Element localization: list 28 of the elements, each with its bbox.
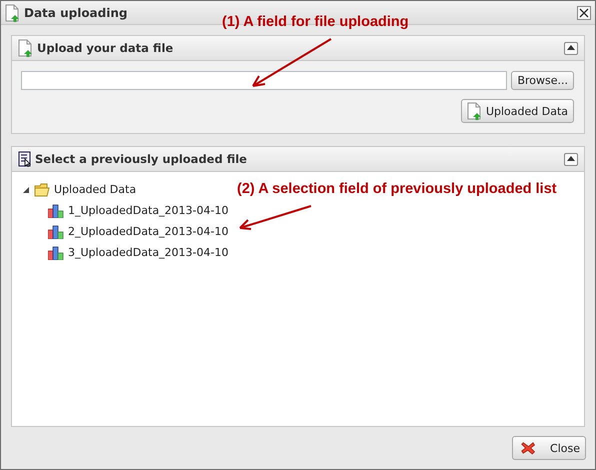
tree-item[interactable]: 2_UploadedData_2013-04-10 [68, 225, 228, 238]
close-button[interactable]: Close [512, 436, 586, 460]
caret-icon [567, 156, 575, 162]
expander-icon[interactable] [22, 186, 30, 194]
annotation-text: (1) A field for file uploading [222, 14, 409, 30]
close-icon [579, 8, 589, 18]
collapse-button[interactable] [564, 42, 578, 54]
annotation-text: (2) A selection field of previously uploaded list [237, 181, 557, 197]
caret-icon [567, 45, 575, 51]
window-title: Data uploading [24, 6, 128, 20]
tree-item[interactable]: Uploaded Data [54, 183, 136, 196]
document-upload-icon [466, 102, 483, 120]
file-select-icon [18, 151, 32, 167]
tree-item[interactable]: 1_UploadedData_2013-04-10 [68, 204, 228, 217]
browse-button[interactable]: Browse... [511, 71, 574, 90]
panel-title: Upload your data file [37, 41, 174, 55]
bar-chart-icon [48, 246, 64, 260]
document-upload-icon [18, 39, 34, 57]
bar-chart-icon [48, 204, 64, 218]
collapse-button[interactable] [564, 152, 578, 166]
uploaded-data-button[interactable]: Uploaded Data [460, 99, 574, 123]
close-button[interactable] [577, 6, 591, 20]
file-input-field[interactable] [21, 71, 508, 90]
tree-item[interactable]: 3_UploadedData_2013-04-10 [68, 246, 228, 259]
bar-chart-icon [48, 224, 64, 238]
document-upload-icon [5, 4, 21, 22]
panel-title: Select a previously uploaded file [35, 152, 248, 166]
folder-icon [34, 182, 50, 196]
